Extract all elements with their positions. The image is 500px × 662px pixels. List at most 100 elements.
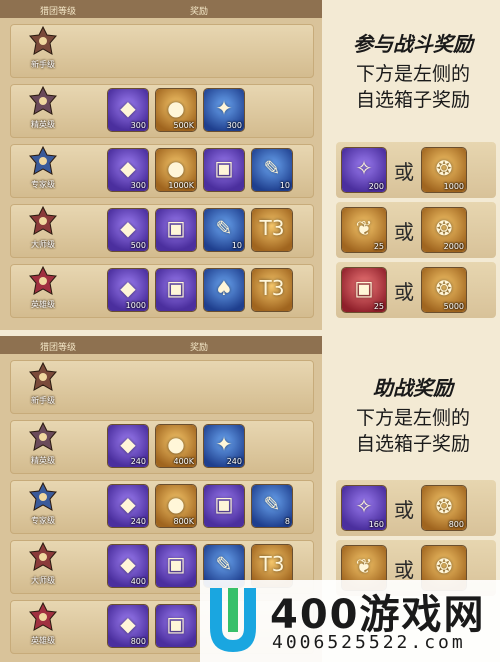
- item-quantity: 1000K: [168, 181, 194, 190]
- battle-table-header: 猎团等级 奖励: [0, 0, 322, 18]
- item-quantity: 240: [130, 517, 146, 526]
- tier-rank: 新手级: [14, 25, 72, 76]
- tier-row: 大师级 ◆ 500 ▣ ✎ 10 T3: [10, 204, 314, 258]
- header-reward-label: 奖励: [190, 7, 209, 17]
- reward-item[interactable]: ❦ 25: [342, 208, 386, 252]
- item-quantity: 800K: [173, 517, 194, 526]
- item-quantity: 800: [130, 637, 146, 646]
- treasure-chest-icon: ▣: [166, 612, 186, 637]
- t3-chest-icon: T3: [259, 552, 285, 577]
- battle-reward-title: 参与战斗奖励: [353, 32, 473, 56]
- tier-row: 专家级 ◆ 300 ● 1000K ▣ ✎ 10: [10, 144, 314, 198]
- assist-reward-title-block: 助战奖励 下方是左侧的 自选箱子奖励: [330, 372, 496, 457]
- reward-item[interactable]: ◆ 800: [108, 605, 148, 647]
- reward-item[interactable]: ▣: [156, 269, 196, 311]
- item-quantity: 500: [130, 241, 146, 250]
- reward-item[interactable]: ✦ 300: [204, 89, 244, 131]
- rank-emblem-icon: [28, 25, 58, 58]
- crystal-icon: ◆: [120, 552, 136, 577]
- reward-item[interactable]: T3: [252, 269, 292, 311]
- rank-emblem-icon: [28, 205, 58, 238]
- item-quantity: 1000: [125, 301, 146, 310]
- reward-item[interactable]: ▣: [156, 209, 196, 251]
- tier-rank: 专家级: [14, 481, 72, 532]
- reward-item[interactable]: ● 1000K: [156, 149, 196, 191]
- t3-chest-icon: T3: [259, 216, 285, 241]
- tier-row: 新手级: [10, 24, 314, 78]
- reward-item[interactable]: ▣: [204, 485, 244, 527]
- reward-item[interactable]: ▣: [156, 605, 196, 647]
- battle-reward-subtitle-1: 下方是左侧的: [355, 63, 470, 85]
- item-quantity: 160: [368, 520, 384, 529]
- reward-item[interactable]: ▣: [156, 545, 196, 587]
- reward-item[interactable]: ❂ 1000: [422, 148, 466, 192]
- reward-item[interactable]: ▣: [204, 149, 244, 191]
- item-quantity: 800: [448, 520, 464, 529]
- item-quantity: 25: [373, 302, 384, 311]
- reward-item[interactable]: ◆ 240: [108, 485, 148, 527]
- reward-item[interactable]: ✎ 10: [252, 149, 292, 191]
- item-quantity: 2000: [443, 242, 464, 251]
- choice-option: ✧ 200 或 ❂ 1000: [336, 142, 496, 198]
- or-label: 或: [394, 220, 414, 244]
- tier-rank: 英雄级: [14, 601, 72, 652]
- crystal-icon: ◆: [120, 96, 136, 121]
- tier-rank: 大师级: [14, 541, 72, 592]
- tier-rank: 新手级: [14, 361, 72, 412]
- medal-icon: ❂: [435, 494, 453, 519]
- reward-item[interactable]: ● 400K: [156, 425, 196, 467]
- tier-row: 英雄级 ◆ 1000 ▣ ♠ T3: [10, 264, 314, 318]
- item-quantity: 300: [226, 121, 242, 130]
- tier-rank-label: 新手级: [31, 396, 55, 405]
- reward-item[interactable]: ♠: [204, 269, 244, 311]
- reward-item[interactable]: ◆ 500: [108, 209, 148, 251]
- reward-item[interactable]: ● 500K: [156, 89, 196, 131]
- item-quantity: 240: [226, 457, 242, 466]
- item-quantity: 8: [284, 517, 290, 526]
- crystal-icon: ◆: [120, 432, 136, 457]
- reward-item[interactable]: ◆ 240: [108, 425, 148, 467]
- item-quantity: 500K: [173, 121, 194, 130]
- tier-rank-label: 精英级: [31, 120, 55, 129]
- battle-reward-title-block: 参与战斗奖励 下方是左侧的 自选箱子奖励: [330, 28, 496, 113]
- or-label: 或: [394, 498, 414, 522]
- reward-item[interactable]: ❂ 2000: [422, 208, 466, 252]
- feather-icon: ❦: [355, 554, 373, 579]
- tier-rank-label: 专家级: [31, 180, 55, 189]
- reward-item[interactable]: ◆ 300: [108, 89, 148, 131]
- shard-gift-icon: ✧: [355, 494, 373, 519]
- rank-emblem-icon: [28, 145, 58, 178]
- tier-rank: 大师级: [14, 205, 72, 256]
- reward-item[interactable]: ❂ 800: [422, 486, 466, 530]
- tier-row: 新手级: [10, 360, 314, 414]
- reward-item[interactable]: ✦ 240: [204, 425, 244, 467]
- reward-item[interactable]: ◆ 300: [108, 149, 148, 191]
- reward-item[interactable]: ✎ 8: [252, 485, 292, 527]
- blue-shard-icon: ✦: [215, 432, 233, 457]
- treasure-chest-icon: ▣: [214, 492, 234, 517]
- reward-item[interactable]: ❂ 5000: [422, 268, 466, 312]
- reward-item[interactable]: ◆ 1000: [108, 269, 148, 311]
- medal-icon: ❂: [435, 156, 453, 181]
- reward-item[interactable]: ✧ 160: [342, 486, 386, 530]
- reward-item[interactable]: ▣ 25: [342, 268, 386, 312]
- reward-item[interactable]: ✎ 10: [204, 209, 244, 251]
- rank-emblem-icon: [28, 421, 58, 454]
- tier-rank-label: 精英级: [31, 456, 55, 465]
- item-quantity: 240: [130, 457, 146, 466]
- reward-item[interactable]: T3: [252, 209, 292, 251]
- reward-item[interactable]: ✧ 200: [342, 148, 386, 192]
- item-quantity: 400: [130, 577, 146, 586]
- reward-item[interactable]: ● 800K: [156, 485, 196, 527]
- shard-gift-icon: ✧: [355, 156, 373, 181]
- item-quantity: 300: [130, 181, 146, 190]
- reward-item[interactable]: ◆ 400: [108, 545, 148, 587]
- rank-emblem-icon: [28, 85, 58, 118]
- watermark-phone: 4006525522.com: [272, 632, 466, 653]
- item-quantity: 400K: [173, 457, 194, 466]
- item-quantity: 5000: [443, 302, 464, 311]
- or-label: 或: [394, 160, 414, 184]
- crystal-icon: ◆: [120, 276, 136, 301]
- treasure-chest-icon: ▣: [214, 156, 234, 181]
- tier-rank: 精英级: [14, 421, 72, 472]
